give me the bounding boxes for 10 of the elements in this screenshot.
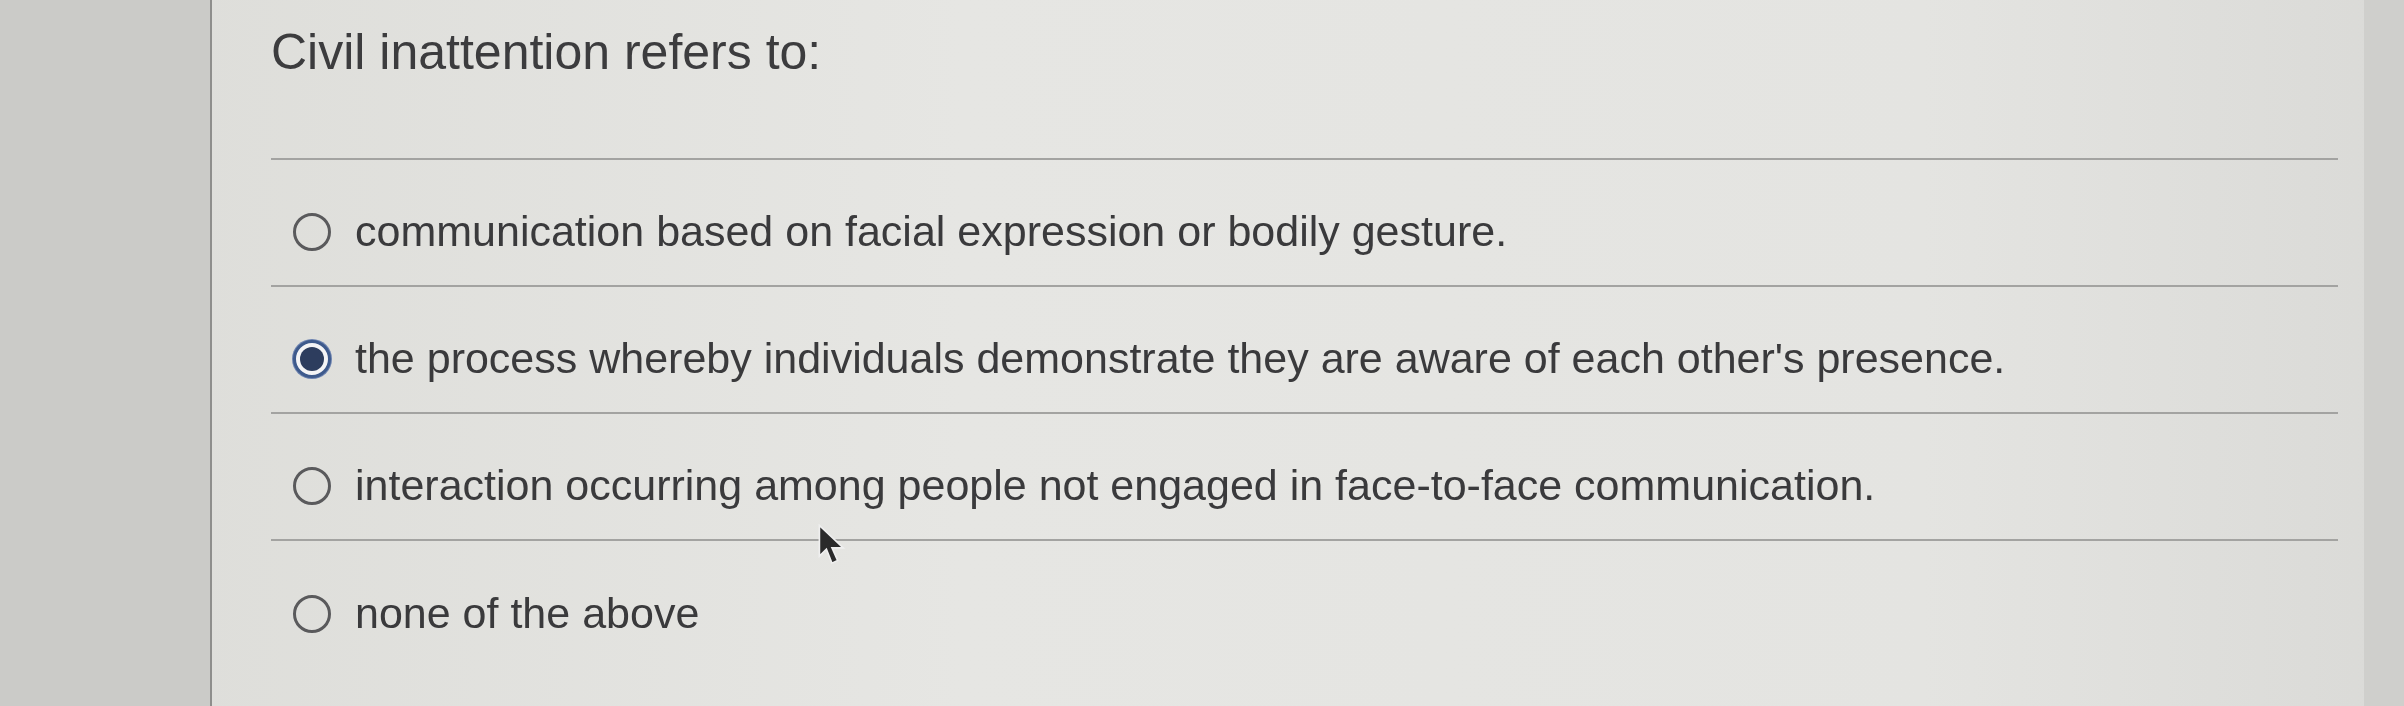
radio-button[interactable] bbox=[293, 466, 331, 505]
mouse-pointer-icon bbox=[818, 524, 846, 566]
option-label: interaction occurring among people not engaged in face-to-face communication. bbox=[355, 461, 1876, 510]
radio-button[interactable] bbox=[293, 212, 331, 251]
option-label: the process whereby individuals demonstrate they are aware of each other's presence. bbox=[355, 334, 2006, 383]
option-label: none of the above bbox=[355, 589, 700, 638]
radio-button[interactable] bbox=[293, 339, 331, 378]
radio-button[interactable] bbox=[293, 594, 331, 633]
question-text: Civil inattention refers to: bbox=[271, 24, 822, 80]
option-label: communication based on facial expression or bodily gesture. bbox=[355, 207, 1508, 256]
